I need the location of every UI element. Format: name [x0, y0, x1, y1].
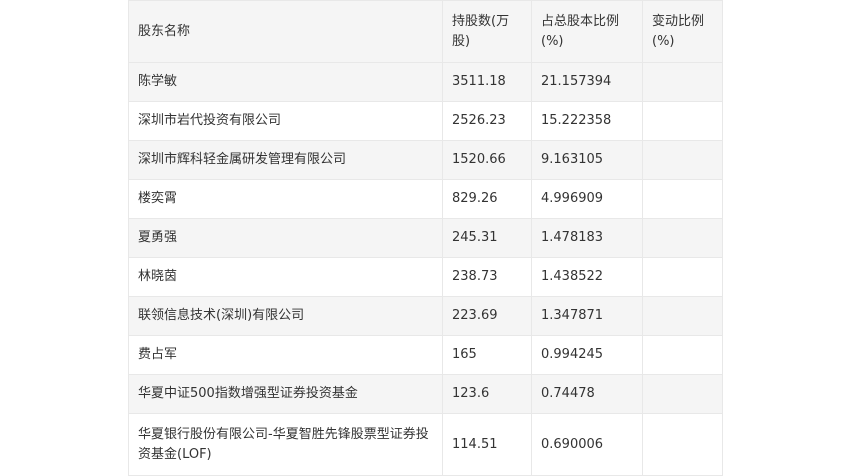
cell-ratio: 0.994245 — [531, 335, 643, 375]
header-shares: 持股数(万股) — [442, 0, 532, 63]
cell-ratio: 21.157394 — [531, 62, 643, 102]
cell-ratio: 1.438522 — [531, 257, 643, 297]
shareholder-table-container: 股东名称 持股数(万股) 占总股本比例(%) 变动比例(%) 陈学敏 3511.… — [128, 0, 723, 476]
cell-ratio: 4.996909 — [531, 179, 643, 219]
cell-name: 楼奕霄 — [128, 179, 443, 219]
cell-change — [642, 179, 723, 219]
table-row: 夏勇强 245.31 1.478183 — [128, 218, 723, 258]
cell-shares: 829.26 — [442, 179, 532, 219]
cell-change — [642, 62, 723, 102]
cell-shares: 3511.18 — [442, 62, 532, 102]
table-row: 联领信息技术(深圳)有限公司 223.69 1.347871 — [128, 296, 723, 336]
cell-change — [642, 101, 723, 141]
cell-shares: 245.31 — [442, 218, 532, 258]
cell-name: 深圳市辉科轻金属研发管理有限公司 — [128, 140, 443, 180]
table-header-row: 股东名称 持股数(万股) 占总股本比例(%) 变动比例(%) — [128, 0, 723, 63]
table-row: 费占军 165 0.994245 — [128, 335, 723, 375]
cell-ratio: 1.347871 — [531, 296, 643, 336]
cell-change — [642, 257, 723, 297]
cell-ratio: 15.222358 — [531, 101, 643, 141]
cell-shares: 114.51 — [442, 413, 532, 476]
table-row: 华夏中证500指数增强型证券投资基金 123.6 0.74478 — [128, 374, 723, 414]
cell-shares: 1520.66 — [442, 140, 532, 180]
cell-name: 华夏中证500指数增强型证券投资基金 — [128, 374, 443, 414]
cell-shares: 223.69 — [442, 296, 532, 336]
cell-name: 夏勇强 — [128, 218, 443, 258]
table-row: 深圳市岩代投资有限公司 2526.23 15.222358 — [128, 101, 723, 141]
cell-change — [642, 296, 723, 336]
table-row: 华夏银行股份有限公司-华夏智胜先锋股票型证券投资基金(LOF) 114.51 0… — [128, 413, 723, 476]
cell-name: 联领信息技术(深圳)有限公司 — [128, 296, 443, 336]
table-row: 林晓茵 238.73 1.438522 — [128, 257, 723, 297]
cell-name: 费占军 — [128, 335, 443, 375]
header-shareholder-name: 股东名称 — [128, 0, 443, 63]
cell-change — [642, 374, 723, 414]
cell-name: 陈学敏 — [128, 62, 443, 102]
cell-ratio: 1.478183 — [531, 218, 643, 258]
cell-ratio: 0.74478 — [531, 374, 643, 414]
cell-shares: 238.73 — [442, 257, 532, 297]
table-row: 楼奕霄 829.26 4.996909 — [128, 179, 723, 219]
cell-change — [642, 413, 723, 476]
cell-name: 林晓茵 — [128, 257, 443, 297]
cell-shares: 2526.23 — [442, 101, 532, 141]
cell-ratio: 9.163105 — [531, 140, 643, 180]
shareholder-table: 股东名称 持股数(万股) 占总股本比例(%) 变动比例(%) 陈学敏 3511.… — [128, 0, 723, 476]
cell-name: 深圳市岩代投资有限公司 — [128, 101, 443, 141]
table-row: 深圳市辉科轻金属研发管理有限公司 1520.66 9.163105 — [128, 140, 723, 180]
cell-change — [642, 335, 723, 375]
cell-shares: 123.6 — [442, 374, 532, 414]
cell-ratio: 0.690006 — [531, 413, 643, 476]
cell-change — [642, 140, 723, 180]
header-change: 变动比例(%) — [642, 0, 723, 63]
cell-change — [642, 218, 723, 258]
cell-name: 华夏银行股份有限公司-华夏智胜先锋股票型证券投资基金(LOF) — [128, 413, 443, 476]
cell-shares: 165 — [442, 335, 532, 375]
header-ratio: 占总股本比例(%) — [531, 0, 643, 63]
table-row: 陈学敏 3511.18 21.157394 — [128, 62, 723, 102]
